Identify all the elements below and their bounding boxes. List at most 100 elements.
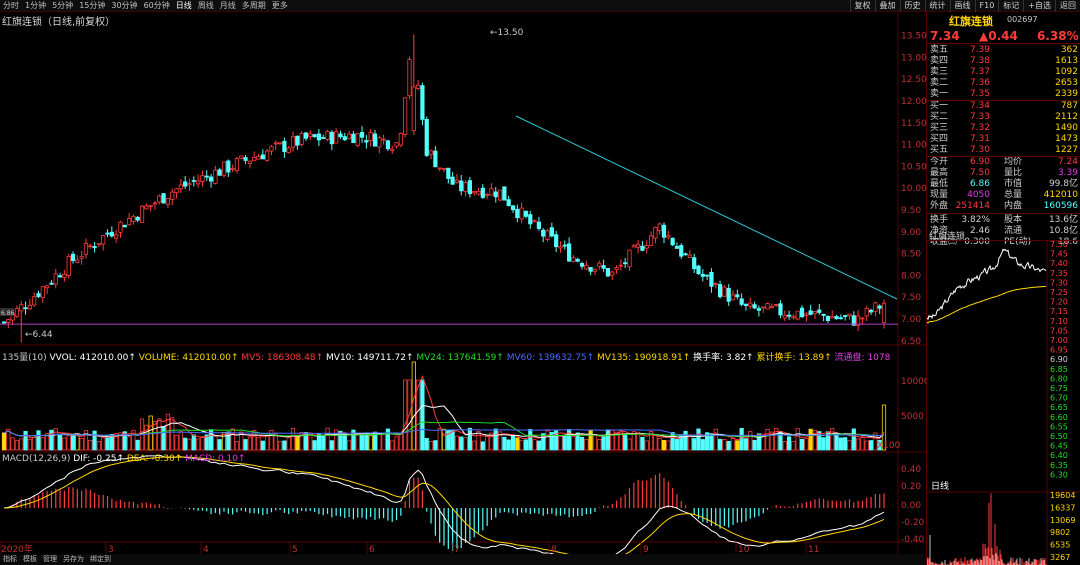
time-tick: 3 [108,545,114,554]
toolbar-button-2[interactable]: 历史 [899,0,925,12]
candle-body [661,224,667,238]
period-tab-0[interactable]: 分时 [0,0,22,12]
candle-body [463,182,468,192]
candle-body [623,262,628,265]
volume-bar [152,421,158,451]
stat-row: 最低 6.86 市值 99.8亿 [930,179,1078,190]
period-tab-10[interactable]: 更多 [269,0,291,12]
macd-histogram [7,473,885,551]
candle-body [528,214,533,225]
volume-bar [57,434,63,451]
candle-body [532,220,537,223]
volume-bar [394,436,399,451]
period-tab-8[interactable]: 月线 [217,0,239,12]
period-tab-6[interactable]: 日线 [173,0,195,12]
bottom-tab-1[interactable]: 模板 [20,554,40,565]
candle-body [584,264,589,270]
period-tab-3[interactable]: 15分钟 [76,0,108,12]
volume-bar [1,432,7,451]
candle-body [381,138,386,141]
period-tab-9[interactable]: 多周期 [239,0,269,12]
candle-body [226,160,231,173]
quote-cell: 7.50 [969,168,990,178]
volume-bar [411,361,416,451]
period-tab-5[interactable]: 60分钟 [141,0,173,12]
mini-price-tick: 6.80 [1050,374,1068,383]
volume-indicator-3: MV5: 186308.48↑ [241,353,327,363]
volume-bar [545,430,550,451]
candle-body [295,135,300,146]
quote-cell: 13.6亿 [1048,215,1078,225]
candle-body [139,205,145,223]
volume-bar [308,435,313,451]
toolbar-button-1[interactable]: 叠加 [874,0,900,12]
volume-bar [799,438,805,451]
period-tab-1[interactable]: 1分钟 [22,0,49,12]
candle-body [191,180,196,182]
volume-bar [403,379,408,451]
quote-cell: 买二 [930,112,949,122]
candle-body [437,167,442,170]
candle-body [679,245,684,257]
candle-body [541,229,546,237]
quote-cell: 251414 [955,201,990,211]
volume-bar [79,438,84,451]
bottom-tab-2[interactable]: 管理 [40,554,60,565]
candle-body [843,315,848,317]
candle-body [290,136,296,148]
period-tab-4[interactable]: 30分钟 [108,0,140,12]
macd-tick: 0.20 [901,482,921,492]
toolbar-button-5[interactable]: F10 [974,0,999,12]
mini-tab[interactable]: 日线 [931,480,949,492]
volume-bar [808,428,813,451]
volume-bar [161,426,166,451]
candle-body [666,235,671,238]
candle-body [394,142,399,147]
volume-bar [377,433,382,451]
toolbar-button-7[interactable]: +自选 [1023,0,1055,12]
mini-price-tick: 7.20 [1050,298,1068,307]
candles [1,34,887,343]
toolbar-button-3[interactable]: 统计 [924,0,950,12]
candle-body [88,245,93,248]
candle-body [312,134,317,138]
candle-body [178,184,183,190]
candle-body [83,242,89,255]
candle-body [187,183,192,186]
toolbar-button-8[interactable]: 返回 [1055,0,1080,12]
macd-indicator-3: MACD: 0.10↑ [185,454,246,464]
volume-bar [247,436,252,451]
candle-body [135,216,140,221]
candle-body [592,268,598,272]
candle-body [830,316,835,319]
toolbar-button-6[interactable]: 标记 [998,0,1023,12]
candle-body [510,205,516,211]
volume-bar [709,433,714,451]
candle-body [433,150,438,168]
left-price-label: 6.86 [1,310,15,317]
mini-price-tick: 7.50 [1050,240,1068,249]
mini-volume-tick: 3267 [1050,553,1070,562]
candle-body [53,273,58,285]
bottom-tab-4[interactable]: 绑定到 [87,554,114,565]
mini-volume-tick: 16337 [1050,503,1075,512]
volume-bar [36,430,41,451]
toolbar-button-0[interactable]: 复权 [849,0,875,12]
bottom-tab-0[interactable]: 指标 [0,554,20,565]
volume-bar [187,438,192,451]
volume-indicator-6: MV60: 139632.75↑ [506,353,598,363]
intraday-mini-chart[interactable]: 7.507.457.407.357.307.257.207.157.107.05… [927,240,1080,565]
trend-line[interactable] [515,115,898,300]
toolbar-button-4[interactable]: 画线 [949,0,975,12]
candle-body [416,84,421,89]
kline-chart[interactable]: 13.50 13.00 12.50 12.00 11.50 11.00 10.50 10.00… [0,12,926,554]
volume-bar [295,434,300,451]
period-tab-7[interactable]: 周线 [195,0,217,12]
bottom-tab-3[interactable]: 另存为 [60,554,87,565]
price-change-pct: 6.38% [1037,29,1079,43]
candle-body [420,85,425,120]
volume-bar [485,436,490,451]
candle-body [597,262,602,267]
period-tab-2[interactable]: 5分钟 [49,0,76,12]
volume-bar [730,438,736,451]
